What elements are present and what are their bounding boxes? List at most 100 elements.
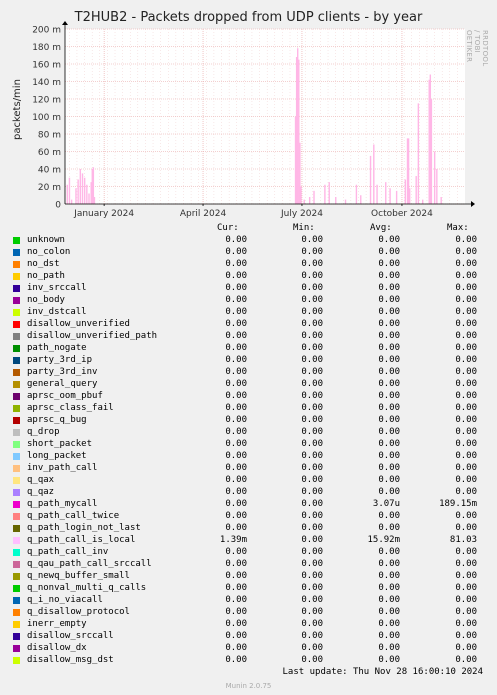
- series-bar: [308, 197, 311, 204]
- legend-max-value: 0.00: [455, 367, 477, 377]
- legend-min-value: 0.00: [301, 295, 323, 305]
- legend-cur-value: 0.00: [225, 451, 247, 461]
- legend-name: inv_srccall: [27, 283, 87, 293]
- legend-cur-value: 0.00: [225, 259, 247, 269]
- series-bar: [373, 144, 375, 204]
- legend-avg-value: 0.00: [378, 307, 400, 317]
- series-bar: [395, 190, 398, 204]
- legend-swatch: [13, 621, 20, 628]
- series-bar: [66, 184, 68, 204]
- legend-avg-value: 0.00: [378, 235, 400, 245]
- legend-name: party_3rd_ip: [27, 355, 93, 365]
- legend-max-value: 0.00: [455, 355, 477, 365]
- series-bar: [75, 188, 77, 204]
- series-bar: [86, 184, 88, 204]
- legend-min-value: 0.00: [301, 319, 323, 329]
- legend-min-value: 0.00: [301, 451, 323, 461]
- legend-avg-value: 0.00: [378, 391, 400, 401]
- legend-name: no_dst: [27, 259, 60, 269]
- y-tick-label: 200 m: [32, 26, 61, 36]
- series-bar: [81, 173, 84, 204]
- legend-min-value: 0.00: [301, 475, 323, 485]
- legend-name: q_drop: [27, 427, 60, 437]
- legend-max-value: 0.00: [455, 259, 477, 269]
- legend-row: q_qau_path_call_srccall 0.00 0.00 0.00 0.00: [0, 559, 497, 571]
- legend-name: q_qau_path_call_srccall: [27, 559, 152, 569]
- legend-swatch: [13, 321, 20, 328]
- legend-avg-value: 0.00: [378, 247, 400, 257]
- series-bar: [440, 197, 442, 204]
- legend-avg-value: 0.00: [378, 655, 400, 665]
- legend-cur-value: 0.00: [225, 511, 247, 521]
- legend-avg-value: 0.00: [378, 619, 400, 629]
- legend-max-value: 0.00: [455, 247, 477, 257]
- legend-name: disallow_unverified_path: [27, 331, 158, 341]
- legend-avg-value: 0.00: [378, 463, 400, 473]
- legend-avg-value: 3.07u: [372, 499, 400, 509]
- legend-row: q_nonval_multi_q_calls 0.00 0.00 0.00 0.00: [0, 583, 497, 595]
- legend-swatch: [13, 645, 20, 652]
- legend-row: unknown 0.00 0.00 0.00 0.00: [0, 235, 497, 247]
- legend-header: Cur: Min: Avg: Max:: [0, 223, 497, 235]
- series-bar: [88, 193, 90, 204]
- legend-min-value: 0.00: [301, 583, 323, 593]
- legend-max-value: 0.00: [455, 415, 477, 425]
- legend-cur-value: 0.00: [225, 523, 247, 533]
- legend-max-value: 0.00: [455, 607, 477, 617]
- legend-name: inerr_empty: [27, 619, 87, 629]
- series-bar: [430, 99, 433, 204]
- legend-swatch: [13, 249, 20, 256]
- legend-name: inv_dstcall: [27, 307, 87, 317]
- legend-min-value: 0.00: [301, 439, 323, 449]
- legend-row: long_packet 0.00 0.00 0.00 0.00: [0, 451, 497, 463]
- legend-avg-value: 0.00: [378, 415, 400, 425]
- legend-cur-value: 0.00: [225, 607, 247, 617]
- legend-cur-value: 0.00: [225, 367, 247, 377]
- legend-swatch: [13, 573, 20, 580]
- munin-version: Munin 2.0.75: [225, 682, 272, 690]
- legend-name: q_path_login_not_last: [27, 523, 141, 533]
- legend-swatch: [13, 381, 20, 388]
- legend-name: path_nogate: [27, 343, 87, 353]
- y-tick-label: 140 m: [32, 78, 61, 88]
- legend-avg-value: 0.00: [378, 523, 400, 533]
- legend-avg-value: 0.00: [378, 643, 400, 653]
- legend-name: disallow_msg_dst: [27, 655, 114, 665]
- series-bar: [83, 177, 86, 204]
- legend-cur-value: 0.00: [225, 427, 247, 437]
- legend-min-value: 0.00: [301, 511, 323, 521]
- legend-row: q_newq_buffer_small 0.00 0.00 0.00 0.00: [0, 571, 497, 583]
- legend-cur-value: 0.00: [225, 487, 247, 497]
- legend-swatch: [13, 513, 20, 520]
- x-tick-label: January 2024: [73, 209, 134, 219]
- legend-cur-value: 0.00: [225, 643, 247, 653]
- legend-swatch: [13, 633, 20, 640]
- legend-swatch: [13, 585, 20, 592]
- legend-min-value: 0.00: [301, 415, 323, 425]
- legend-header-min: Min:: [293, 223, 315, 233]
- legend-cur-value: 1.39m: [219, 535, 247, 545]
- legend-min-value: 0.00: [301, 547, 323, 557]
- legend-min-value: 0.00: [301, 391, 323, 401]
- legend-swatch: [13, 501, 20, 508]
- legend-swatch: [13, 657, 20, 664]
- legend-row: party_3rd_ip 0.00 0.00 0.00 0.00: [0, 355, 497, 367]
- legend-row: aprsc_oom_pbuf 0.00 0.00 0.00 0.00: [0, 391, 497, 403]
- legend-max-value: 0.00: [455, 475, 477, 485]
- legend-row: short_packet 0.00 0.00 0.00 0.00: [0, 439, 497, 451]
- series-bar: [433, 151, 436, 204]
- legend-name: q_path_call_inv: [27, 547, 109, 557]
- legend-avg-value: 0.00: [378, 571, 400, 581]
- x-tick-label: July 2024: [280, 209, 323, 219]
- legend-cur-value: 0.00: [225, 595, 247, 605]
- legend-row: q_i_no_viacall 0.00 0.00 0.00 0.00: [0, 595, 497, 607]
- legend-row: q_disallow_protocol 0.00 0.00 0.00 0.00: [0, 607, 497, 619]
- legend-cur-value: 0.00: [225, 499, 247, 509]
- legend-max-value: 0.00: [455, 631, 477, 641]
- legend-min-value: 0.00: [301, 271, 323, 281]
- legend-avg-value: 0.00: [378, 511, 400, 521]
- legend-header-cur: Cur:: [217, 223, 239, 233]
- legend-row: general_query 0.00 0.00 0.00 0.00: [0, 379, 497, 391]
- legend-swatch: [13, 393, 20, 400]
- legend-cur-value: 0.00: [225, 403, 247, 413]
